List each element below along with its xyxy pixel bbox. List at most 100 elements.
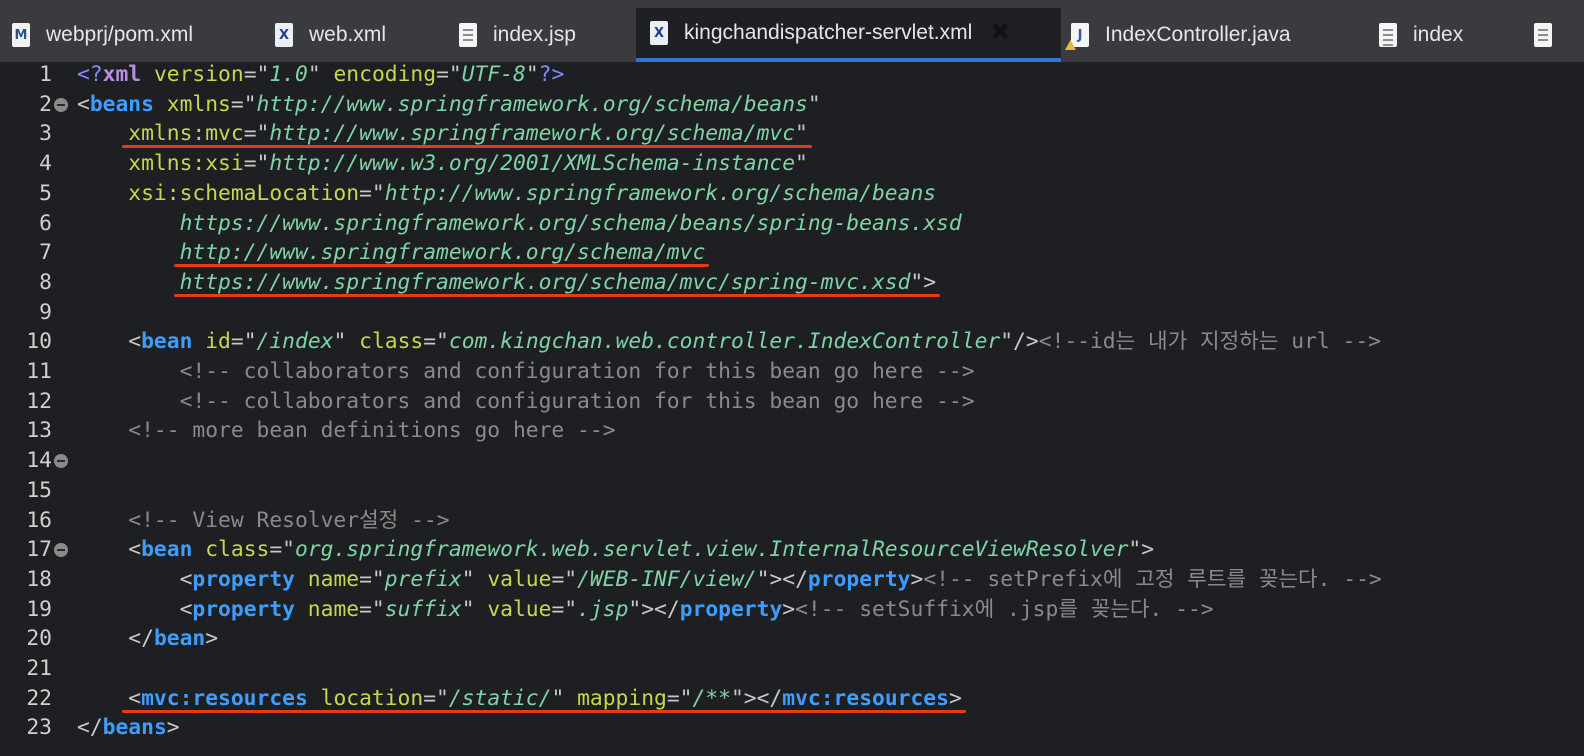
line-number: 22: [26, 685, 52, 711]
code-text: xmlns:xsi="http://www.w3.org/2001/XMLSch…: [77, 149, 808, 179]
code-token: "></: [628, 596, 680, 622]
code-token: <!-- setSuffix에 .jsp를 꽂는다. -->: [795, 596, 1214, 622]
code-token: xsi:schemaLocation: [77, 180, 360, 206]
code-line[interactable]: 22 <mvc:resources location="/static/" ma…: [0, 684, 1584, 714]
line-number: 15: [26, 477, 52, 503]
code-token: =": [551, 566, 578, 592]
code-line[interactable]: 10 <bean id="/index" class="com.kingchan…: [0, 327, 1584, 357]
tab-label: IndexController.java: [1105, 23, 1291, 46]
line-number: 23: [26, 715, 52, 741]
java-file-icon: J: [1065, 23, 1089, 50]
code-line[interactable]: 15: [0, 476, 1584, 506]
code-line[interactable]: 3 xmlns:mvc="http://www.springframework.…: [0, 119, 1584, 149]
close-tab-icon[interactable]: ✖: [988, 21, 1012, 45]
tab-label: web.xml: [309, 23, 387, 46]
tab-kingchandispatcher-servlet[interactable]: X kingchandispatcher-servlet.xml ✖: [636, 8, 1061, 62]
code-line[interactable]: 18 <property name="prefix" value="/WEB-I…: [0, 565, 1584, 595]
tab-overflow[interactable]: [1534, 8, 1574, 62]
xml-file-icon: X: [650, 21, 668, 45]
code-text: <property name="prefix" value="/WEB-INF/…: [77, 565, 1382, 595]
page-file-icon: [1379, 23, 1397, 47]
xml-file-icon: X: [275, 23, 293, 47]
code-token: mvc:resources: [141, 685, 308, 711]
code-token: >: [166, 715, 180, 741]
code-line[interactable]: 14: [0, 446, 1584, 476]
line-number: 17: [26, 537, 52, 563]
code-line[interactable]: 16 <!-- View Resolver설정 -->: [0, 506, 1584, 536]
code-token: property: [679, 596, 783, 622]
code-token: /index: [256, 329, 334, 355]
code-token: =": [551, 596, 578, 622]
code-line[interactable]: 4 xmlns:xsi="http://www.w3.org/2001/XMLS…: [0, 149, 1584, 179]
code-line[interactable]: 13 <!-- more bean definitions go here --…: [0, 416, 1584, 446]
code-text: <!-- collaborators and configuration for…: [77, 387, 975, 417]
code-line[interactable]: 20 </bean>: [0, 624, 1584, 654]
code-token: ": [333, 329, 347, 355]
code-token: =": [243, 121, 270, 147]
tab-label: kingchandispatcher-servlet.xml: [684, 21, 973, 44]
code-token: =": [230, 91, 257, 117]
line-number: 14: [26, 448, 52, 474]
code-token: value: [474, 596, 552, 622]
line-number: 8: [39, 269, 52, 295]
line-number: 7: [39, 240, 52, 266]
code-line[interactable]: 23 </beans>: [0, 713, 1584, 743]
code-token: =": [359, 180, 385, 206]
fold-collapse-icon[interactable]: [54, 543, 68, 558]
fold-collapse-icon[interactable]: [54, 97, 68, 112]
code-token: ": [461, 596, 475, 622]
code-line[interactable]: 11 <!-- collaborators and configuration …: [0, 357, 1584, 387]
code-token: /**: [692, 685, 731, 711]
line-number: 5: [39, 180, 52, 206]
code-token: suffix: [384, 596, 462, 622]
code-token: http://www.springframework.org/schema/mv…: [269, 121, 796, 147]
code-text: https://www.springframework.org/schema/b…: [77, 209, 962, 239]
code-token: .jsp: [577, 596, 629, 622]
code-line[interactable]: 2 <beans xmlns="http://www.springframewor…: [0, 90, 1584, 120]
tab-index-controller[interactable]: J IndexController.java: [1065, 8, 1371, 62]
line-number: 16: [26, 507, 52, 533]
code-token: version: [141, 62, 244, 87]
code-token: UTF-8: [461, 62, 526, 87]
code-token: property: [192, 566, 295, 592]
line-number: 13: [26, 418, 52, 444]
code-line[interactable]: 1 <?xml version="1.0" encoding="UTF-8"?>: [0, 60, 1584, 90]
code-line[interactable]: 7 http://www.springframework.org/schema/…: [0, 238, 1584, 268]
code-text: </beans>: [77, 713, 180, 743]
line-number: 11: [26, 359, 52, 384]
annotation-underline: [173, 264, 710, 268]
line-number: 12: [26, 388, 52, 414]
tab-index-jsp[interactable]: index.jsp: [459, 8, 634, 62]
tab-webprj-pom[interactable]: M webprj/pom.xml: [12, 8, 267, 62]
code-line[interactable]: 19 <property name="suffix" value=".jsp">…: [0, 595, 1584, 625]
code-token: <!-- setPrefix에 고정 루트를 꽂는다. -->: [923, 566, 1382, 592]
code-token: "></: [730, 685, 783, 711]
code-token: com.kingchan.web.controller.IndexControl…: [448, 329, 1001, 355]
code-token: class: [192, 537, 270, 563]
code-token: ": [795, 121, 808, 147]
code-line[interactable]: 6 https://www.springframework.org/schema…: [0, 209, 1584, 239]
code-text: <?xml version="1.0" encoding="UTF-8"?>: [77, 60, 564, 90]
code-line[interactable]: 8 https://www.springframework.org/schema…: [0, 268, 1584, 298]
fold-collapse-icon[interactable]: [54, 454, 68, 469]
code-line[interactable]: 5 xsi:schemaLocation="http://www.springf…: [0, 179, 1584, 209]
code-token: xml: [102, 62, 142, 87]
tab-web-xml[interactable]: X web.xml: [275, 8, 455, 62]
tab-index[interactable]: index: [1379, 8, 1509, 62]
jsp-file-icon: [459, 23, 477, 47]
code-text: <bean class="org.springframework.web.ser…: [77, 535, 1154, 565]
line-number: 9: [39, 299, 52, 325]
code-line[interactable]: 21: [0, 654, 1584, 684]
code-token: >: [910, 566, 924, 592]
code-token: https://www.springframework.org/schema/m…: [77, 269, 911, 295]
code-token: /WEB-INF/view/: [577, 566, 757, 592]
code-line[interactable]: 12 <!-- collaborators and configuration …: [0, 387, 1584, 417]
line-number: 19: [26, 596, 52, 622]
code-line[interactable]: 17 <bean class="org.springframework.web.…: [0, 535, 1584, 565]
code-token: http://www.springframework.org/schema/be…: [384, 180, 937, 206]
code-line[interactable]: 9: [0, 298, 1584, 328]
code-editor[interactable]: 1 <?xml version="1.0" encoding="UTF-8"?> 2…: [0, 62, 1584, 756]
code-token: mvc:resources: [782, 685, 949, 711]
code-token: ": [461, 566, 475, 592]
code-token: <: [77, 91, 90, 117]
